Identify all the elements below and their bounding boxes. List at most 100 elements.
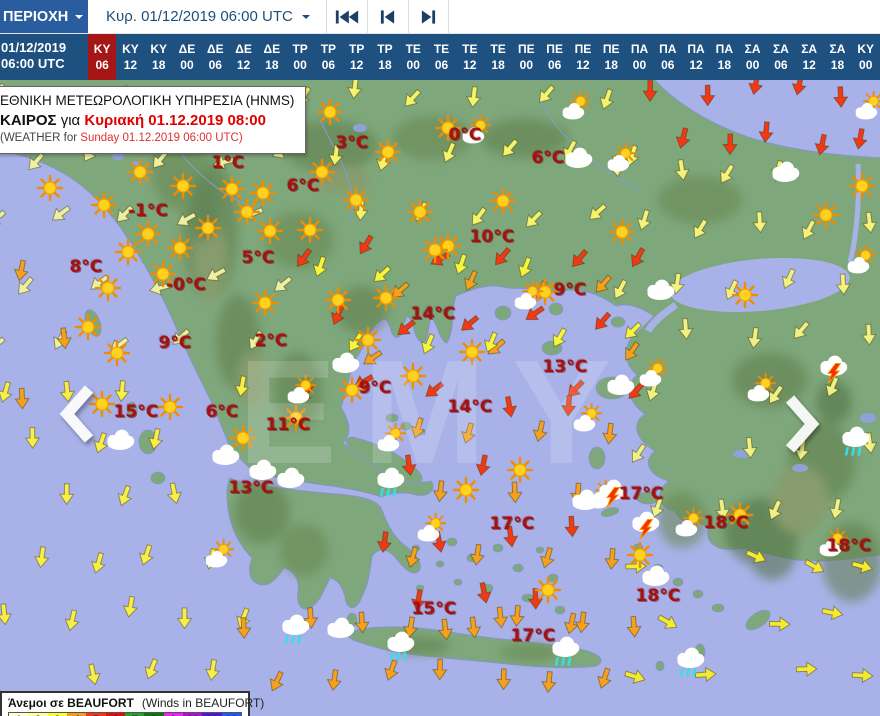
timestep-text: ΤΡ	[377, 41, 393, 56]
timestep-text: 06	[661, 57, 675, 72]
region-dropdown-button[interactable]: ΠΕΡΙΟΧΗ	[0, 0, 88, 33]
temperature-label: 15°C	[411, 599, 457, 619]
pan-left-button[interactable]	[55, 383, 101, 445]
timestep-text: 00	[180, 57, 194, 72]
timestep-cell[interactable]: ΠΑ 12	[682, 34, 710, 80]
timestep-text: ΔΕ	[263, 41, 281, 56]
timestep-text: ΣΑ	[744, 41, 761, 56]
timestep-cell[interactable]: ΠΑ 18	[710, 34, 738, 80]
timestep-text: ΤΡ	[292, 41, 308, 56]
timestep-cell[interactable]: ΤΡ 06	[314, 34, 342, 80]
timestep-text: 18	[717, 57, 731, 72]
timestep-cell[interactable]: ΤΕ 06	[427, 34, 455, 80]
pan-right-button[interactable]	[778, 393, 824, 455]
timestep-cell[interactable]: ΠΑ 00	[625, 34, 653, 80]
timestep-cell[interactable]: ΣΑ 00	[738, 34, 766, 80]
timestep-cell[interactable]: ΠΕ 00	[512, 34, 540, 80]
temperature-label: 18°C	[703, 513, 749, 533]
temperature-label: 15°C	[113, 402, 159, 422]
step-forward-icon	[421, 9, 435, 24]
timestep-text: ΔΕ	[178, 41, 196, 56]
temperature-label: 14°C	[447, 397, 493, 417]
timestep-cell[interactable]: ΠΑ 06	[654, 34, 682, 80]
timestep-cell[interactable]: ΔΕ 12	[229, 34, 257, 80]
timestep-text: ΚΥ	[857, 41, 875, 56]
timestep-text: 00	[745, 57, 760, 72]
timestep-text: 06	[208, 57, 222, 72]
temperature-label: 6°C	[286, 176, 320, 196]
timestep-text: 00	[859, 57, 873, 72]
timestep-text: 18	[604, 57, 618, 72]
timestep-text: ΤΕ	[490, 41, 506, 56]
timestep-cell[interactable]: ΤΕ 00	[399, 34, 427, 80]
timestep-cell[interactable]: ΔΕ 18	[258, 34, 286, 80]
timestep-cell[interactable]: ΤΕ 12	[456, 34, 484, 80]
chevron-left-icon	[59, 385, 94, 443]
timestep-text: 12	[123, 57, 138, 72]
skip-to-start-button[interactable]	[325, 0, 367, 33]
beaufort-legend-title: Άνεμοι σε BEAUFORT (Winds in BEAUFORT)	[8, 696, 265, 710]
temperature-label: 14°C	[410, 304, 456, 324]
step-back-button[interactable]	[366, 0, 408, 33]
hnms-title: ΕΘΝΙΚΗ ΜΕΤΕΩΡΟΛΟΓΙΚΗ ΥΠΗΡΕΣΙΑ (HNMS)	[0, 93, 295, 108]
weather-map[interactable]: EMY 1°C-1°C3°C0°C6°C6°C10°C8°C5°C-0°C9°C…	[0, 80, 880, 716]
timestep-text: 12	[576, 57, 590, 72]
timestep-cell[interactable]: ΚΥ 12	[116, 34, 144, 80]
step-forward-button[interactable]	[407, 0, 449, 33]
timestep-text: 00	[406, 57, 420, 72]
current-date: 01/12/2019	[1, 40, 67, 55]
timestep-text: ΠΑ	[715, 41, 733, 56]
temperature-label: 8°C	[69, 257, 103, 277]
timestep-cell[interactable]: ΠΕ 06	[541, 34, 569, 80]
timestep-cell[interactable]: ΤΕ 18	[484, 34, 512, 80]
timestep-text: ΣΑ	[829, 41, 846, 56]
timestep-cell[interactable]: ΔΕ 00	[173, 34, 201, 80]
timestep-text: ΠΑ	[687, 41, 705, 56]
timestep-text: ΠΕ	[518, 41, 535, 56]
timestep-text: 06	[774, 57, 788, 72]
forecast-valid-line: ΚΑΙΡΟΣ για Κυριακή 01.12.2019 08:00	[0, 111, 266, 129]
timestep-text: 00	[632, 57, 647, 72]
timestep-text: ΚΥ	[93, 41, 111, 56]
timestep-cell[interactable]: ΤΡ 12	[343, 34, 371, 80]
timestep-text: ΚΥ	[150, 41, 168, 56]
temperature-label: 13°C	[228, 478, 274, 498]
datetime-dropdown-button[interactable]: Κυρ. 01/12/2019 06:00 UTC	[88, 0, 326, 33]
timestep-text: 12	[349, 57, 364, 72]
timestep-cell[interactable]: ΠΕ 18	[597, 34, 625, 80]
temperature-label: 5°C	[241, 248, 275, 268]
temperature-label: 2°C	[254, 331, 288, 351]
temperature-label: -1°C	[128, 201, 168, 221]
temperature-label: 17°C	[618, 484, 664, 504]
timestep-text: ΤΕ	[433, 41, 450, 56]
temperature-label: 11°C	[265, 415, 311, 435]
datetime-dropdown-label: Κυρ. 01/12/2019 06:00 UTC	[106, 8, 293, 25]
timestep-text: ΣΑ	[801, 41, 818, 56]
timestep-cell[interactable]: ΣΑ 06	[767, 34, 795, 80]
chevron-down-icon	[75, 15, 84, 23]
timestep-text: 06	[547, 57, 562, 72]
temperature-label: -0°C	[166, 275, 206, 295]
current-datetime-label: 01/12/2019 06:00 UTC	[0, 34, 88, 80]
timestep-text: 18	[378, 57, 392, 72]
timestep-cell[interactable]: ΔΕ 06	[201, 34, 229, 80]
timestep-cell[interactable]: ΣΑ 18	[823, 34, 851, 80]
timestep-text: ΤΡ	[320, 41, 337, 56]
temperature-label: 0°C	[448, 125, 482, 145]
timestep-text: 12	[802, 57, 816, 72]
timestep-cell[interactable]: ΚΥ 18	[145, 34, 173, 80]
timestep-cell[interactable]: ΣΑ 12	[795, 34, 823, 80]
timestep-cell[interactable]: ΚΥ 06	[88, 34, 117, 80]
timestep-cell[interactable]: ΠΕ 12	[569, 34, 597, 80]
timestep-text: ΤΕ	[462, 41, 478, 56]
temperature-label: 9°C	[158, 333, 192, 353]
timestep-text: 06	[95, 57, 109, 72]
temperature-layer: 1°C -1°C 3°C 0°C 6°C 6°C 10°C 8°C 5°C -0°C 9°C 14°C…	[0, 80, 880, 716]
timestep-cell[interactable]: ΤΡ 18	[371, 34, 399, 80]
timestep-cell[interactable]: ΚΥ 00	[852, 34, 880, 80]
timestep-cell[interactable]: ΤΡ 00	[286, 34, 314, 80]
chevron-right-icon	[785, 395, 820, 453]
timestep-text: 00	[519, 57, 534, 72]
timestep-text: 18	[491, 57, 505, 72]
timestep-columns: ΚΥ 06 ΚΥ 12 ΚΥ 18 ΔΕ 00 ΔΕ 06 ΔΕ 12 ΔΕ 18 ΤΡ 00 ΤΡ 06 ΤΡ 12…	[88, 34, 880, 80]
